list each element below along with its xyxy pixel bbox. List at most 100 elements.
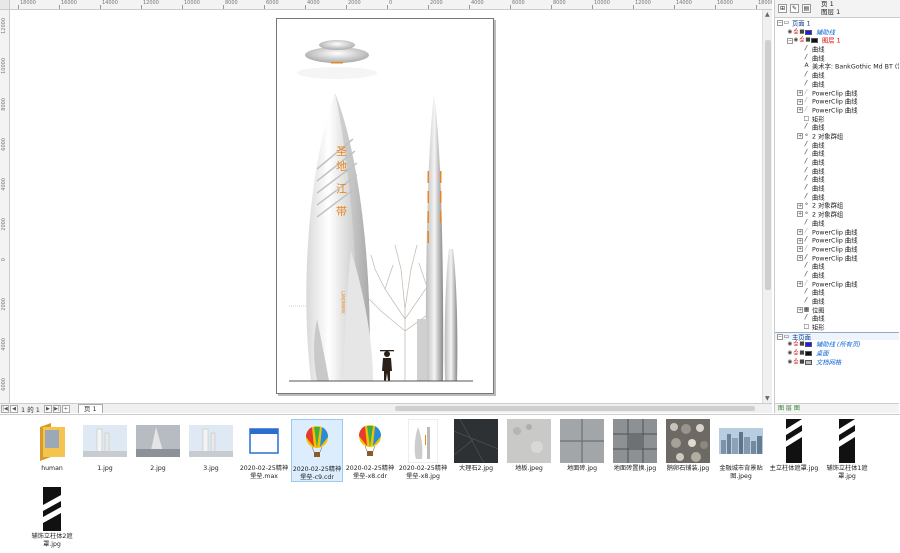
page-icon: ▭ — [783, 19, 790, 26]
tree-object-row[interactable]: 〳 曲线 — [775, 288, 899, 297]
ruler-tick — [18, 5, 19, 9]
tree-object-row[interactable]: +〳 PowerClip 曲线 — [775, 280, 899, 289]
tree-layer-row[interactable]: ◉⎙■ 桌面 — [775, 349, 899, 358]
file-name: 3.jpg — [203, 465, 219, 472]
tree-object-row[interactable]: +〳 PowerClip 曲线 — [775, 254, 899, 263]
vertical-ruler[interactable]: 12000 10000 8000 6000 4000 2000 0 2000 4000 6000 — [0, 10, 10, 403]
tree-row-label: 矩形 — [810, 115, 825, 123]
tree-row-label: 曲线 — [810, 81, 825, 89]
tree-object-row[interactable]: 〳 曲线 — [775, 158, 899, 167]
image-thumbnail — [825, 419, 869, 463]
tree-object-row[interactable]: □ 矩形 — [775, 323, 899, 332]
edit-across-layers-icon[interactable]: ✎ — [790, 4, 799, 13]
tree-layer-row[interactable]: ◉⎙■ 辅助线 (所有页) — [775, 340, 899, 349]
tree-object-row[interactable]: 〳 曲线 — [775, 71, 899, 80]
tree-row-label: PowerClip 曲线 — [810, 98, 858, 106]
tree-object-row[interactable]: 〳 曲线 — [775, 123, 899, 132]
tree-object-row[interactable]: 〳 曲线 — [775, 262, 899, 271]
tree-layer-row[interactable]: ◉⎙■ 辅助线 — [775, 28, 899, 37]
last-page-icon[interactable]: ▶| — [52, 404, 61, 413]
layer-manager-view-icon[interactable]: ▤ — [802, 4, 811, 13]
file-item[interactable]: 大理石2.jpg — [450, 419, 502, 473]
tree-object-row[interactable]: 〳 曲线 — [775, 80, 899, 89]
tree-object-row[interactable]: 〳 曲线 — [775, 45, 899, 54]
tree-object-row[interactable]: +〳 PowerClip 曲线 — [775, 106, 899, 115]
scroll-down-icon[interactable]: ▼ — [765, 395, 770, 402]
tree-object-row[interactable]: 〳 曲线 — [775, 184, 899, 193]
tree-object-row[interactable]: A 美术字: BankGothic Md BT (常规 — [775, 62, 899, 71]
tree-object-row[interactable]: + ⚬ 2 对象群组 — [775, 210, 899, 219]
horizontal-ruler[interactable]: 18000 16000 14000 12000 10000 8000 6000 4000 200… — [10, 0, 772, 10]
tree-layer-row[interactable]: −◉⎙■ 图层 1 — [775, 36, 899, 45]
artwork: 圣地 江 带 LANDMARK — [289, 40, 473, 382]
file-item[interactable]: 2.jpg — [132, 419, 184, 473]
object-tree[interactable]: −▭ 页面 1 ◉⎙■ 辅助线 −◉⎙■ 图层 1〳 曲线〳 曲线 A 美术字: Ba… — [775, 19, 899, 399]
file-name: 2020-02-25精神堡垒.max — [239, 465, 289, 480]
prev-page-icon[interactable]: ◀ — [10, 404, 18, 413]
tower-title: 圣地 江 带 — [335, 145, 348, 220]
tree-page-row[interactable]: −▭ 主页面 — [775, 331, 899, 341]
file-item[interactable]: human — [26, 419, 78, 473]
tree-object-row[interactable]: 〳 曲线 — [775, 271, 899, 280]
curve-icon: 〳 — [803, 53, 810, 61]
tree-object-row[interactable]: 〳 曲线 — [775, 314, 899, 323]
drawing-canvas[interactable]: 圣地 江 带 LANDMARK — [10, 10, 762, 403]
layer-color-swatch[interactable] — [811, 38, 818, 44]
tree-object-row[interactable]: + ⚬ 2 对象群组 — [775, 132, 899, 141]
file-item[interactable]: 3.jpg — [185, 419, 237, 473]
document-page[interactable]: 圣地 江 带 LANDMARK — [276, 18, 494, 394]
tree-object-row[interactable]: + ⚬ 2 对象群组 — [775, 201, 899, 210]
tree-object-row[interactable]: 〳 曲线 — [775, 297, 899, 306]
tree-object-row[interactable]: +〳 PowerClip 曲线 — [775, 236, 899, 245]
page-tab[interactable]: 页 1 — [77, 404, 103, 413]
vertical-scrollbar[interactable]: ▲ ▼ — [762, 10, 772, 403]
tree-object-row[interactable]: 〳 曲线 — [775, 149, 899, 158]
layer-color-swatch[interactable] — [805, 29, 812, 35]
file-item[interactable]: 地板.jpeg — [503, 419, 555, 473]
layer-color-swatch[interactable] — [805, 350, 812, 356]
layer-color-swatch[interactable] — [805, 342, 812, 348]
first-page-icon[interactable]: |◀ — [1, 404, 9, 413]
scroll-thumb[interactable] — [765, 40, 771, 290]
tree-object-row[interactable]: 〳 曲线 — [775, 219, 899, 228]
file-item[interactable]: 2020-02-25精神堡垒-x8.jpg — [397, 419, 449, 480]
layer-color-swatch[interactable] — [805, 359, 812, 365]
tree-row-label: PowerClip 曲线 — [810, 246, 858, 254]
tree-object-row[interactable]: +〳 PowerClip 曲线 — [775, 97, 899, 106]
file-item[interactable]: 主立柱体遮罩.jpg — [768, 419, 820, 473]
tree-page-row[interactable]: −▭ 页面 1 — [775, 19, 899, 28]
file-item[interactable]: 2020-02-25精神堡垒.max — [238, 419, 290, 480]
tree-object-row[interactable]: +▦ 位图 — [775, 306, 899, 315]
horizontal-scroll-thumb[interactable] — [395, 406, 755, 411]
file-item[interactable]: 1.jpg — [79, 419, 131, 473]
file-item[interactable]: 金融城市背景贴图.jpeg — [715, 419, 767, 480]
tree-object-row[interactable]: 〳 曲线 — [775, 175, 899, 184]
coreldraw-window: 18000 16000 14000 12000 10000 8000 6000 4000 200… — [0, 0, 900, 553]
tree-object-row[interactable]: 〳 曲线 — [775, 141, 899, 150]
file-item[interactable]: 2020-02-25精神堡垒-c9.cdr — [291, 419, 343, 482]
panel-bottom-toolbar[interactable]: 图 层 图 — [775, 403, 899, 413]
ruler-tick — [674, 5, 675, 9]
file-item[interactable]: 鹅卵石铺装.jpg — [662, 419, 714, 473]
file-item[interactable]: 地面砖.jpg — [556, 419, 608, 473]
tree-object-row[interactable]: 〳 曲线 — [775, 193, 899, 202]
tree-object-row[interactable]: +〳 PowerClip 曲线 — [775, 89, 899, 98]
tree-object-row[interactable]: +〳 PowerClip 曲线 — [775, 228, 899, 237]
file-item[interactable]: 辅饰立柱体2遮罩.jpg — [26, 487, 78, 548]
rectangle-icon: □ — [803, 323, 810, 331]
file-item[interactable]: 辅饰立柱体1遮罩.jpg — [821, 419, 873, 480]
tree-layer-row[interactable]: ◉⎙■ 文档网格 — [775, 358, 899, 367]
tree-object-row[interactable]: 〳 曲线 — [775, 167, 899, 176]
add-page-icon[interactable]: + — [61, 404, 70, 413]
file-item[interactable]: 地面砖置换.jpg — [609, 419, 661, 473]
tree-row-label: 曲线 — [810, 168, 825, 176]
tree-object-row[interactable]: 〳 曲线 — [775, 54, 899, 63]
ruler-corner[interactable] — [0, 0, 10, 10]
file-item[interactable]: 2020-02-25精神堡垒-x8.cdr — [344, 419, 396, 480]
tree-object-row[interactable]: □ 矩形 — [775, 115, 899, 124]
scroll-up-icon[interactable]: ▲ — [765, 11, 770, 18]
show-properties-icon[interactable]: ⊞ — [778, 4, 787, 13]
tree-object-row[interactable]: +〳 PowerClip 曲线 — [775, 245, 899, 254]
next-page-icon[interactable]: ▶ — [43, 404, 52, 413]
image-thumbnail — [30, 487, 74, 531]
